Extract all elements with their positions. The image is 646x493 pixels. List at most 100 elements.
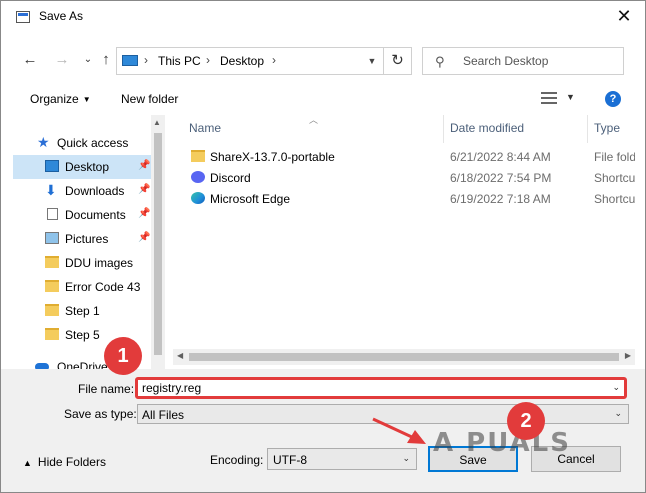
organize-button[interactable]: Organize ▼ bbox=[30, 92, 91, 106]
sidebar-item-pictures[interactable]: Pictures 📌 bbox=[13, 227, 151, 251]
scrollbar-thumb[interactable] bbox=[189, 353, 619, 361]
sidebar-item-label: Quick access bbox=[57, 136, 129, 150]
file-date: 6/18/2022 7:54 PM bbox=[450, 171, 552, 185]
file-name: Discord bbox=[210, 171, 251, 185]
address-bar[interactable]: › This PC › Desktop › ▼ ↻ bbox=[116, 47, 412, 75]
scroll-left-icon[interactable]: ◀ bbox=[177, 351, 183, 360]
folder-icon bbox=[191, 150, 205, 162]
file-name-input[interactable] bbox=[142, 381, 582, 395]
title-bar: Save As ✕ bbox=[1, 1, 645, 31]
sidebar-item-desktop[interactable]: Desktop 📌 bbox=[13, 155, 151, 179]
this-pc-icon bbox=[122, 55, 138, 66]
encoding-select[interactable]: UTF-8 ⌄ bbox=[267, 448, 417, 470]
navigation-pane-scrollbar[interactable]: ▲ bbox=[151, 115, 165, 369]
command-bar: Organize ▼ New folder ▼ ? bbox=[1, 85, 645, 115]
scroll-up-icon[interactable]: ▲ bbox=[153, 118, 161, 127]
chevron-down-icon: ⌄ bbox=[402, 453, 410, 463]
documents-icon bbox=[47, 208, 58, 220]
save-as-type-value: All Files bbox=[142, 408, 185, 422]
search-box[interactable]: ⚲ bbox=[422, 47, 624, 75]
table-row[interactable]: Microsoft Edge 6/19/2022 7:18 AM Shortcu bbox=[173, 188, 635, 209]
sidebar-item-label: Error Code 43 bbox=[65, 280, 141, 294]
sidebar-item-error-code-43[interactable]: Error Code 43 bbox=[13, 275, 151, 299]
refresh-icon[interactable]: ↻ bbox=[383, 48, 411, 74]
view-options-icon[interactable] bbox=[541, 91, 557, 105]
sidebar-item-label: Downloads bbox=[65, 184, 125, 198]
file-type: Shortcu bbox=[594, 171, 635, 185]
pin-icon: 📌 bbox=[138, 232, 151, 243]
back-arrow-icon[interactable]: ← bbox=[19, 49, 41, 71]
column-divider[interactable] bbox=[443, 115, 444, 143]
sidebar-item-label: Step 5 bbox=[65, 328, 100, 342]
encoding-value: UTF-8 bbox=[273, 453, 307, 467]
desktop-icon bbox=[45, 160, 59, 172]
sidebar-item-label: Pictures bbox=[65, 232, 109, 246]
breadcrumb-this-pc[interactable]: This PC bbox=[158, 54, 201, 68]
column-header-type[interactable]: Type bbox=[594, 121, 620, 135]
file-type: Shortcu bbox=[594, 192, 635, 206]
view-dropdown-icon[interactable]: ▼ bbox=[566, 92, 575, 102]
save-as-type-select[interactable]: All Files ⌄ bbox=[137, 404, 629, 424]
chevron-right-icon[interactable]: › bbox=[206, 53, 210, 67]
sidebar-item-label: Step 1 bbox=[65, 304, 100, 318]
up-arrow-icon[interactable]: ↑ bbox=[95, 49, 117, 71]
scroll-right-icon[interactable]: ▶ bbox=[625, 351, 631, 360]
navigation-bar: ← → ⌄ ↑ › This PC › Desktop › ▼ ↻ ⚲ bbox=[1, 41, 645, 81]
sort-ascending-icon: ︿ bbox=[309, 115, 319, 125]
sidebar-item-documents[interactable]: Documents 📌 bbox=[13, 203, 151, 227]
scrollbar-thumb[interactable] bbox=[154, 133, 162, 355]
sidebar-item-label: Documents bbox=[65, 208, 126, 222]
hide-folders-label: Hide Folders bbox=[37, 455, 106, 469]
pin-icon: 📌 bbox=[138, 208, 151, 219]
sidebar-item-step-1[interactable]: Step 1 bbox=[13, 299, 151, 323]
hide-folders-button[interactable]: ▲ Hide Folders bbox=[23, 455, 106, 469]
file-name: Microsoft Edge bbox=[210, 192, 291, 206]
chevron-right-icon[interactable]: › bbox=[272, 53, 276, 67]
forward-arrow-icon[interactable]: → bbox=[51, 49, 73, 71]
table-row[interactable]: ShareX-13.7.0-portable 6/21/2022 8:44 AM… bbox=[173, 146, 635, 167]
sidebar-item-label: OneDrive bbox=[57, 360, 108, 369]
file-name: ShareX-13.7.0-portable bbox=[210, 150, 335, 164]
step-1-badge: 1 bbox=[104, 337, 142, 375]
chevron-down-icon[interactable]: ⌄ bbox=[612, 382, 620, 393]
pin-icon: 📌 bbox=[138, 160, 151, 171]
address-dropdown-icon[interactable]: ▼ bbox=[363, 51, 381, 71]
column-divider[interactable] bbox=[587, 115, 588, 143]
sidebar-item-label: DDU images bbox=[65, 256, 134, 270]
file-list: Name ︿ Date modified Type ShareX-13.7.0-… bbox=[173, 115, 635, 369]
chevron-down-icon: ⌄ bbox=[614, 408, 622, 418]
search-input[interactable] bbox=[463, 52, 613, 70]
new-folder-button[interactable]: New folder bbox=[121, 92, 178, 106]
file-list-horizontal-scrollbar[interactable]: ◀ ▶ bbox=[173, 349, 635, 365]
sidebar-item-quick-access[interactable]: ★ Quick access bbox=[13, 131, 151, 155]
edge-icon bbox=[191, 192, 205, 204]
file-name-label: File name: bbox=[78, 382, 135, 396]
caret-down-icon: ▼ bbox=[82, 95, 91, 104]
save-as-type-label: Save as type: bbox=[64, 407, 137, 421]
file-type: File fold bbox=[594, 150, 635, 164]
file-name-combobox[interactable]: ⌄ bbox=[135, 377, 627, 399]
encoding-label: Encoding: bbox=[210, 453, 264, 467]
caret-up-icon: ▲ bbox=[23, 458, 32, 468]
step-2-badge: 2 bbox=[507, 402, 545, 440]
sidebar-item-label: Desktop bbox=[65, 160, 110, 174]
star-icon: ★ bbox=[37, 134, 50, 150]
sidebar-item-ddu-images[interactable]: DDU images bbox=[13, 251, 151, 275]
downloads-icon: ⬇ bbox=[45, 182, 57, 198]
table-row[interactable]: Discord 6/18/2022 7:54 PM Shortcu bbox=[173, 167, 635, 188]
folder-icon bbox=[45, 304, 59, 316]
pin-icon: 📌 bbox=[138, 184, 151, 195]
chevron-right-icon[interactable]: › bbox=[144, 53, 148, 67]
organize-label: Organize bbox=[30, 92, 79, 106]
close-icon[interactable]: ✕ bbox=[609, 3, 639, 29]
sidebar-item-downloads[interactable]: ⬇ Downloads 📌 bbox=[13, 179, 151, 203]
column-header-date-modified[interactable]: Date modified bbox=[450, 121, 524, 135]
breadcrumb-desktop[interactable]: Desktop bbox=[220, 54, 264, 68]
appuals-watermark: A PUALS bbox=[433, 428, 571, 458]
column-header-name[interactable]: Name bbox=[189, 121, 221, 135]
help-icon[interactable]: ? bbox=[605, 91, 621, 107]
file-date: 6/19/2022 7:18 AM bbox=[450, 192, 551, 206]
folder-icon bbox=[45, 256, 59, 268]
navigation-pane: ★ Quick access Desktop 📌 ⬇ Downloads 📌 D… bbox=[13, 115, 165, 369]
discord-icon bbox=[191, 171, 205, 183]
